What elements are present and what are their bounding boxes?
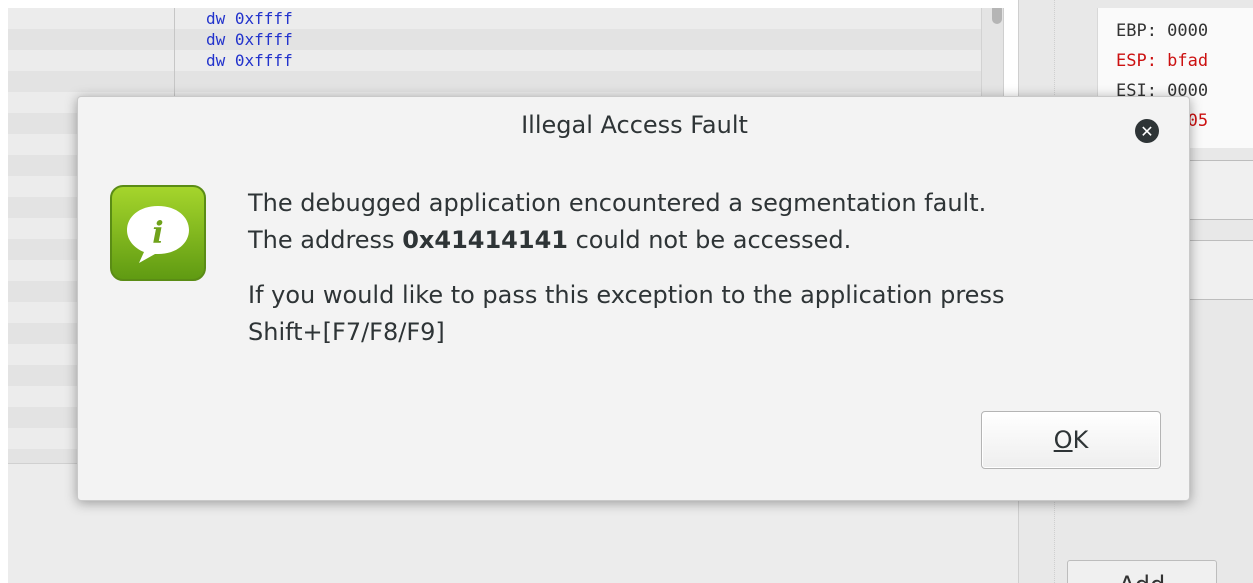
disasm-scroll-thumb[interactable] bbox=[992, 8, 1002, 24]
message-paragraph: The debugged application encountered a s… bbox=[248, 185, 1168, 259]
disasm-row[interactable] bbox=[8, 71, 1003, 92]
register-esp[interactable]: ESP: bfad bbox=[1116, 50, 1208, 72]
message-line: The address 0x41414141 could not be acce… bbox=[248, 222, 1168, 259]
ok-label-rest: K bbox=[1072, 426, 1089, 454]
ok-mnemonic: O bbox=[1053, 426, 1073, 454]
fault-address: 0x41414141 bbox=[402, 226, 568, 254]
close-icon[interactable]: ✕ bbox=[1135, 119, 1159, 143]
add-button-label: Add bbox=[1119, 571, 1165, 583]
disasm-instruction: dw 0xffff bbox=[206, 51, 293, 70]
register-ebp[interactable]: EBP: 0000 bbox=[1116, 20, 1208, 42]
disasm-row[interactable]: dw 0xffff bbox=[8, 29, 1003, 50]
dialog-message: The debugged application encountered a s… bbox=[248, 185, 1168, 351]
message-line: The debugged application encountered a s… bbox=[248, 189, 987, 217]
message-line: If you would like to pass this exception… bbox=[248, 281, 1005, 309]
dialog-title: Illegal Access Fault bbox=[521, 111, 748, 139]
message-text: The address bbox=[248, 226, 403, 254]
disasm-instruction: dw 0xffff bbox=[206, 30, 293, 49]
svg-text:i: i bbox=[152, 216, 163, 251]
ok-button-label: OK bbox=[1045, 421, 1098, 459]
message-paragraph: If you would like to pass this exception… bbox=[248, 277, 1168, 351]
add-button[interactable]: Add bbox=[1067, 560, 1217, 583]
close-glyph: ✕ bbox=[1140, 121, 1154, 141]
disasm-row[interactable]: dw 0xffff bbox=[8, 50, 1003, 71]
illegal-access-fault-dialog: Illegal Access Fault ✕ i The debugged ap… bbox=[77, 96, 1190, 501]
message-line: Shift+[F7/F8/F9] bbox=[248, 318, 445, 346]
disasm-row[interactable]: dw 0xffff bbox=[8, 8, 1003, 29]
message-text: could not be accessed. bbox=[567, 226, 852, 254]
ok-button[interactable]: OK bbox=[981, 411, 1161, 469]
disasm-instruction: dw 0xffff bbox=[206, 9, 293, 28]
info-speech-bubble-icon: i bbox=[109, 184, 207, 282]
